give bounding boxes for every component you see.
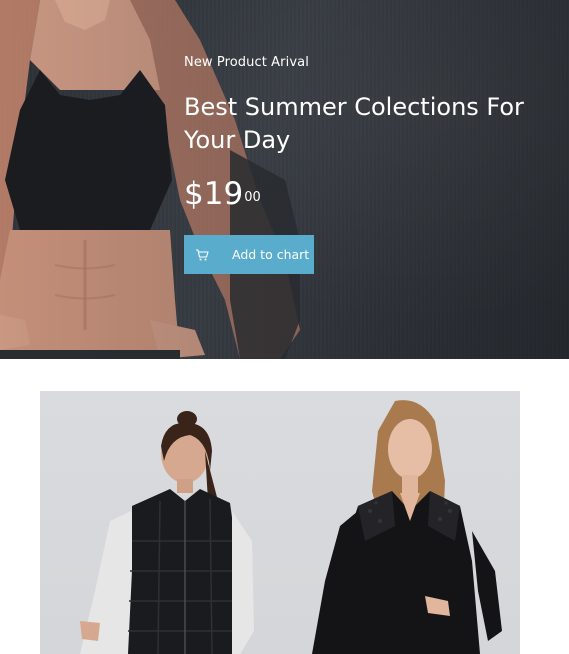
cart-icon — [195, 248, 209, 262]
hero-overlay — [0, 0, 569, 359]
price-currency: $ — [184, 176, 204, 212]
hero-title: Best Summer Colections For Your Day — [184, 93, 524, 154]
price-whole: 19 — [203, 176, 244, 212]
hero-banner: New Product Arival Best Summer Colection… — [0, 0, 569, 359]
hero-eyebrow: New Product Arival — [184, 55, 309, 70]
add-to-cart-label: Add to chart — [232, 247, 310, 262]
product-image[interactable] — [40, 391, 520, 654]
price-cents: 00 — [244, 190, 261, 205]
hero-price: $1900 — [184, 176, 261, 212]
product-models-illustration — [80, 400, 502, 654]
add-to-cart-button[interactable]: Add to chart — [184, 235, 314, 274]
